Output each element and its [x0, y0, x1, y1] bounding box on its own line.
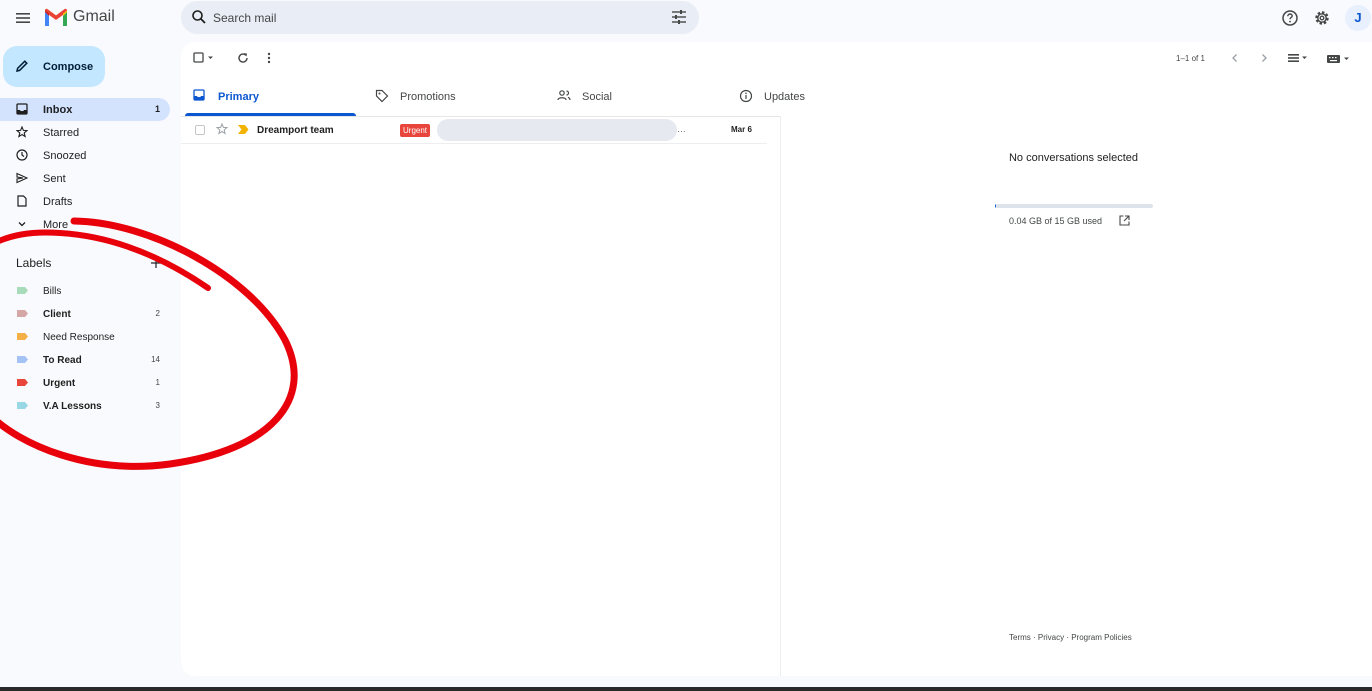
- storage-usage-text: 0.04 GB of 15 GB used: [1009, 216, 1103, 226]
- keyboard-icon[interactable]: [1326, 54, 1352, 64]
- label-name: V.A Lessons: [43, 401, 102, 412]
- label-tag-icon: [17, 356, 28, 363]
- search-icon[interactable]: [191, 9, 207, 25]
- draft-icon: [16, 195, 28, 207]
- search-bar[interactable]: Search mail: [181, 1, 699, 34]
- label-item-urgent[interactable]: Urgent 1: [0, 371, 170, 394]
- sidebar-item-label: More: [43, 219, 69, 231]
- compose-button[interactable]: Compose: [3, 46, 105, 87]
- label-count: 14: [151, 355, 160, 364]
- select-all-checkbox-icon[interactable]: [193, 52, 215, 64]
- email-sender: Dreamport team: [257, 125, 334, 136]
- snippet-ellipsis: …: [677, 124, 686, 134]
- compose-label: Compose: [43, 61, 94, 73]
- refresh-icon[interactable]: [237, 52, 249, 64]
- top-bar: Gmail Search mail J: [0, 0, 1372, 36]
- label-tag-icon: [17, 379, 28, 386]
- pagination-text: 1–1 of 1: [1176, 54, 1205, 63]
- chevron-left-icon[interactable]: [1230, 53, 1240, 63]
- send-icon: [16, 172, 28, 184]
- category-tabs: Primary Promotions Social Updates: [181, 80, 821, 116]
- chevron-down-icon: [16, 218, 28, 230]
- label-name: Need Response: [43, 332, 115, 343]
- help-icon[interactable]: [1281, 9, 1299, 27]
- label-item-bills[interactable]: Bills: [0, 279, 170, 302]
- more-vert-icon[interactable]: [266, 52, 272, 64]
- label-count: 1: [155, 378, 160, 387]
- sidebar-item-snoozed[interactable]: Snoozed: [0, 144, 170, 167]
- sidebar-item-label: Drafts: [43, 196, 73, 208]
- sidebar-item-label: Starred: [43, 127, 80, 139]
- label-count: 3: [155, 401, 160, 410]
- sidebar-item-more[interactable]: More: [0, 213, 170, 236]
- email-date: Mar 6: [731, 125, 752, 134]
- main-panel: 1–1 of 1 Primary Promotions Social Updat…: [181, 42, 1372, 676]
- gmail-logo-icon[interactable]: [43, 8, 69, 28]
- search-options-icon[interactable]: [671, 9, 687, 25]
- labels-heading: Labels: [16, 256, 52, 270]
- tag-icon: [375, 89, 389, 103]
- label-count: 2: [155, 309, 160, 318]
- star-icon[interactable]: [216, 123, 228, 135]
- sidebar-item-starred[interactable]: Starred: [0, 121, 170, 144]
- split-pane-toggle-icon[interactable]: [1287, 53, 1309, 63]
- search-input[interactable]: Search mail: [213, 11, 276, 25]
- email-snippet-redacted: [437, 119, 677, 141]
- empty-state-message: No conversations selected: [1008, 152, 1138, 164]
- tab-social[interactable]: Social: [545, 80, 720, 116]
- sidebar-item-sent[interactable]: Sent: [0, 167, 170, 190]
- avatar[interactable]: J: [1345, 5, 1371, 31]
- tab-primary[interactable]: Primary: [181, 80, 356, 116]
- open-in-new-icon[interactable]: [1119, 215, 1130, 226]
- tab-promotions[interactable]: Promotions: [363, 80, 538, 116]
- sidebar-item-label: Inbox: [43, 104, 73, 116]
- unread-count: 1: [154, 104, 160, 114]
- sidebar-item-label: Sent: [43, 173, 66, 185]
- app-name: Gmail: [73, 8, 115, 25]
- tab-updates[interactable]: Updates: [727, 80, 902, 116]
- label-name: Bills: [43, 286, 62, 297]
- taskbar-strip: [0, 687, 1372, 691]
- label-name: Client: [43, 309, 71, 320]
- label-tag-icon: [17, 287, 28, 294]
- row-checkbox[interactable]: [195, 125, 205, 135]
- clock-icon: [16, 149, 28, 161]
- people-icon: [557, 89, 571, 101]
- label-item-client[interactable]: Client 2: [0, 302, 170, 325]
- label-item-need-response[interactable]: Need Response: [0, 325, 170, 348]
- info-icon: [739, 89, 753, 103]
- label-name: To Read: [43, 355, 82, 366]
- label-tag-icon: [17, 402, 28, 409]
- chevron-right-icon[interactable]: [1259, 53, 1269, 63]
- footer-links[interactable]: Terms · Privacy · Program Policies: [1009, 633, 1132, 642]
- label-tag-icon: [17, 333, 28, 340]
- sidebar-item-drafts[interactable]: Drafts: [0, 190, 170, 213]
- hamburger-menu-icon[interactable]: [14, 9, 32, 27]
- email-row[interactable]: Dreamport team Urgent … Mar 6: [181, 117, 767, 144]
- sidebar-nav: Inbox 1 Starred Snoozed Sent Drafts More: [0, 98, 170, 236]
- tab-label: Social: [582, 91, 612, 103]
- inbox-icon: [16, 103, 28, 115]
- tab-label: Promotions: [400, 91, 456, 103]
- gear-icon[interactable]: [1313, 9, 1331, 27]
- sidebar-item-inbox[interactable]: Inbox 1: [0, 98, 170, 121]
- star-icon: [16, 126, 28, 138]
- sidebar-item-label: Snoozed: [43, 150, 87, 162]
- pencil-icon: [15, 59, 29, 73]
- label-name: Urgent: [43, 378, 76, 389]
- email-label-badge[interactable]: Urgent: [400, 124, 431, 137]
- importance-marker-icon[interactable]: [238, 125, 249, 134]
- label-tag-icon: [17, 310, 28, 317]
- inbox-icon: [193, 89, 205, 101]
- add-label-icon[interactable]: [150, 257, 162, 269]
- storage-usage-bar: [995, 204, 1153, 208]
- reading-pane: No conversations selected 0.04 GB of 15 …: [781, 116, 1372, 676]
- label-item-to-read[interactable]: To Read 14: [0, 348, 170, 371]
- tab-label: Updates: [764, 91, 805, 103]
- label-list: Bills Client 2 Need Response To Read 14 …: [0, 279, 170, 417]
- tab-label: Primary: [218, 91, 259, 103]
- label-item-va-lessons[interactable]: V.A Lessons 3: [0, 394, 170, 417]
